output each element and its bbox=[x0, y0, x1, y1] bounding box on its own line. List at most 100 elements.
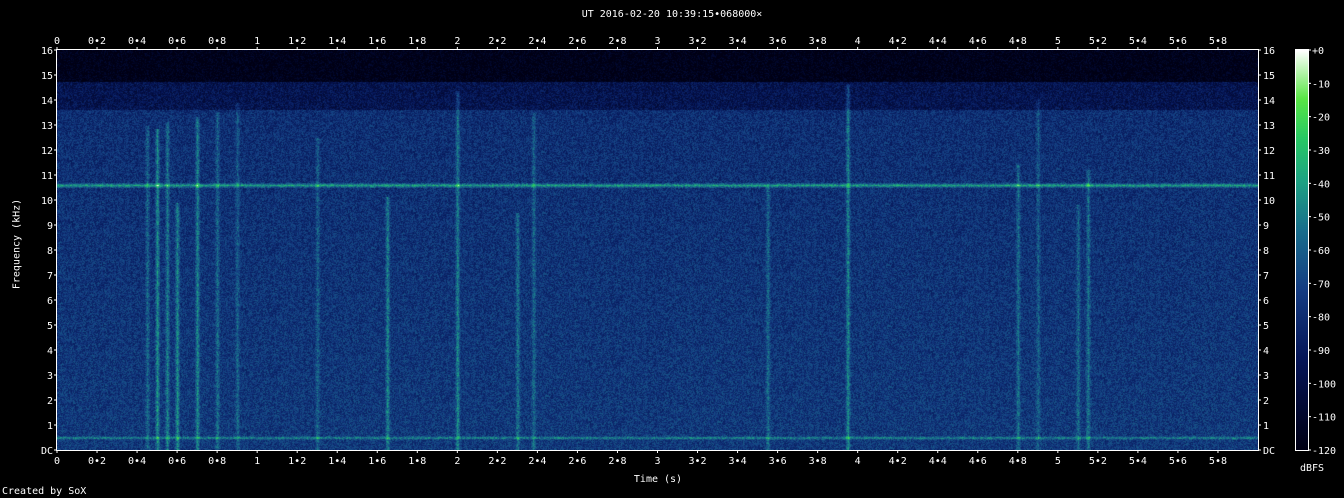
x-tick-label-top: 2 bbox=[454, 36, 460, 47]
credit-text: Created by SoX bbox=[2, 486, 87, 497]
colorbar-tick-label: -110 bbox=[1312, 413, 1336, 424]
x-tick-label-top: 3•8 bbox=[809, 36, 827, 47]
spectrogram-axes: 000•20•20•40•40•60•60•80•8111•21•21•41•4… bbox=[41, 36, 1336, 467]
x-tick-label-bottom: 4•8 bbox=[1009, 456, 1027, 467]
y-tick-label-left: DC bbox=[41, 446, 53, 457]
x-tick-label-top: 0 bbox=[54, 36, 60, 47]
x-tick-label-bottom: 5•4 bbox=[1129, 456, 1147, 467]
x-tick-label-bottom: 2•8 bbox=[608, 456, 626, 467]
colorbar-tick-label: -80 bbox=[1312, 313, 1330, 324]
x-tick-label-top: 4•8 bbox=[1009, 36, 1027, 47]
colorbar-tick-label: -50 bbox=[1312, 213, 1330, 224]
y-tick-label-right: 11 bbox=[1263, 171, 1275, 182]
y-tick-label-right: 5 bbox=[1263, 321, 1269, 332]
x-tick-label-bottom: 3 bbox=[654, 456, 660, 467]
x-tick-label-bottom: 2•4 bbox=[528, 456, 546, 467]
colorbar-tick-label: -40 bbox=[1312, 179, 1330, 190]
x-tick-label-top: 0•8 bbox=[208, 36, 226, 47]
y-tick-label-left: 1 bbox=[47, 421, 53, 432]
x-tick-label-top: 1•8 bbox=[408, 36, 426, 47]
y-tick-label-right: 15 bbox=[1263, 71, 1275, 82]
colorbar-tick-label: -10 bbox=[1312, 79, 1330, 90]
x-tick-label-bottom: 3•2 bbox=[689, 456, 707, 467]
x-tick-label-bottom: 4•6 bbox=[969, 456, 987, 467]
x-tick-label-bottom: 4•4 bbox=[929, 456, 947, 467]
x-tick-label-top: 5•2 bbox=[1089, 36, 1107, 47]
y-tick-label-left: 3 bbox=[47, 371, 53, 382]
y-tick-label-right: 16 bbox=[1263, 46, 1275, 57]
x-tick-label-top: 5•6 bbox=[1169, 36, 1187, 47]
y-tick-label-left: 8 bbox=[47, 246, 53, 257]
x-tick-label-top: 1•2 bbox=[288, 36, 306, 47]
x-tick-label-top: 1•6 bbox=[368, 36, 386, 47]
y-tick-label-right: 1 bbox=[1263, 421, 1269, 432]
x-tick-label-top: 4•6 bbox=[969, 36, 987, 47]
x-tick-label-top: 3•4 bbox=[729, 36, 747, 47]
x-axis-label: Time (s) bbox=[633, 474, 683, 485]
x-tick-label-top: 2•4 bbox=[528, 36, 546, 47]
x-tick-label-bottom: 4 bbox=[855, 456, 861, 467]
x-tick-label-bottom: 5•6 bbox=[1169, 456, 1187, 467]
y-tick-label-right: 12 bbox=[1263, 146, 1275, 157]
x-tick-label-top: 4 bbox=[855, 36, 861, 47]
y-tick-label-right: 13 bbox=[1263, 121, 1275, 132]
y-tick-label-right: 14 bbox=[1263, 96, 1275, 107]
y-tick-label-left: 6 bbox=[47, 296, 53, 307]
x-tick-label-bottom: 1•8 bbox=[408, 456, 426, 467]
colorbar-frame bbox=[1295, 49, 1309, 451]
plot-frame bbox=[56, 49, 1259, 451]
x-tick-label-top: 0•6 bbox=[168, 36, 186, 47]
x-tick-label-top: 5•8 bbox=[1209, 36, 1227, 47]
y-tick-label-right: 10 bbox=[1263, 196, 1275, 207]
x-tick-label-bottom: 0•6 bbox=[168, 456, 186, 467]
x-tick-label-bottom: 1•2 bbox=[288, 456, 306, 467]
colorbar-tick-label: -70 bbox=[1312, 279, 1330, 290]
y-tick-label-left: 4 bbox=[47, 346, 53, 357]
y-tick-label-right: 9 bbox=[1263, 221, 1269, 232]
y-tick-label-left: 7 bbox=[47, 271, 53, 282]
x-tick-label-bottom: 0•2 bbox=[88, 456, 106, 467]
x-tick-label-bottom: 0 bbox=[54, 456, 60, 467]
y-tick-label-right: DC bbox=[1263, 446, 1275, 457]
y-tick-label-right: 6 bbox=[1263, 296, 1269, 307]
x-tick-label-bottom: 5•8 bbox=[1209, 456, 1227, 467]
x-tick-label-top: 4•2 bbox=[889, 36, 907, 47]
y-tick-label-right: 3 bbox=[1263, 371, 1269, 382]
y-tick-label-right: 4 bbox=[1263, 346, 1269, 357]
x-tick-label-bottom: 3•8 bbox=[809, 456, 827, 467]
colorbar-tick-label: -100 bbox=[1312, 379, 1336, 390]
y-tick-label-left: 9 bbox=[47, 221, 53, 232]
colorbar-tick-label: -120 bbox=[1312, 446, 1336, 457]
x-tick-label-bottom: 0•8 bbox=[208, 456, 226, 467]
x-tick-label-top: 2•2 bbox=[488, 36, 506, 47]
x-tick-label-bottom: 3•4 bbox=[729, 456, 747, 467]
x-tick-label-bottom: 2•2 bbox=[488, 456, 506, 467]
colorbar-tick-label: -60 bbox=[1312, 246, 1330, 257]
x-tick-label-top: 0•4 bbox=[128, 36, 146, 47]
colorbar-unit-label: dBFS bbox=[1300, 463, 1325, 474]
colorbar-tick-label: -20 bbox=[1312, 113, 1330, 124]
x-tick-label-bottom: 2•6 bbox=[568, 456, 586, 467]
x-tick-label-bottom: 5•2 bbox=[1089, 456, 1107, 467]
y-tick-label-right: 2 bbox=[1263, 396, 1269, 407]
y-tick-label-left: 16 bbox=[41, 46, 53, 57]
y-tick-label-left: 5 bbox=[47, 321, 53, 332]
x-tick-label-bottom: 1•4 bbox=[328, 456, 346, 467]
y-tick-label-left: 15 bbox=[41, 71, 53, 82]
y-tick-label-left: 13 bbox=[41, 121, 53, 132]
x-tick-label-top: 5 bbox=[1055, 36, 1061, 47]
x-tick-label-top: 3•6 bbox=[769, 36, 787, 47]
x-tick-label-top: 0•2 bbox=[88, 36, 106, 47]
colorbar-tick-label: -30 bbox=[1312, 146, 1330, 157]
y-tick-label-left: 10 bbox=[41, 196, 53, 207]
y-tick-label-right: 7 bbox=[1263, 271, 1269, 282]
y-tick-label-left: 14 bbox=[41, 96, 53, 107]
colorbar-tick-label: +0 bbox=[1312, 46, 1324, 57]
x-tick-label-top: 3•2 bbox=[689, 36, 707, 47]
x-tick-label-bottom: 5 bbox=[1055, 456, 1061, 467]
x-tick-label-top: 1 bbox=[254, 36, 260, 47]
x-tick-label-top: 2•8 bbox=[608, 36, 626, 47]
y-axis-label: Frequency (kHz) bbox=[11, 198, 23, 290]
colorbar-tick-label: -90 bbox=[1312, 346, 1330, 357]
y-tick-label-right: 8 bbox=[1263, 246, 1269, 257]
